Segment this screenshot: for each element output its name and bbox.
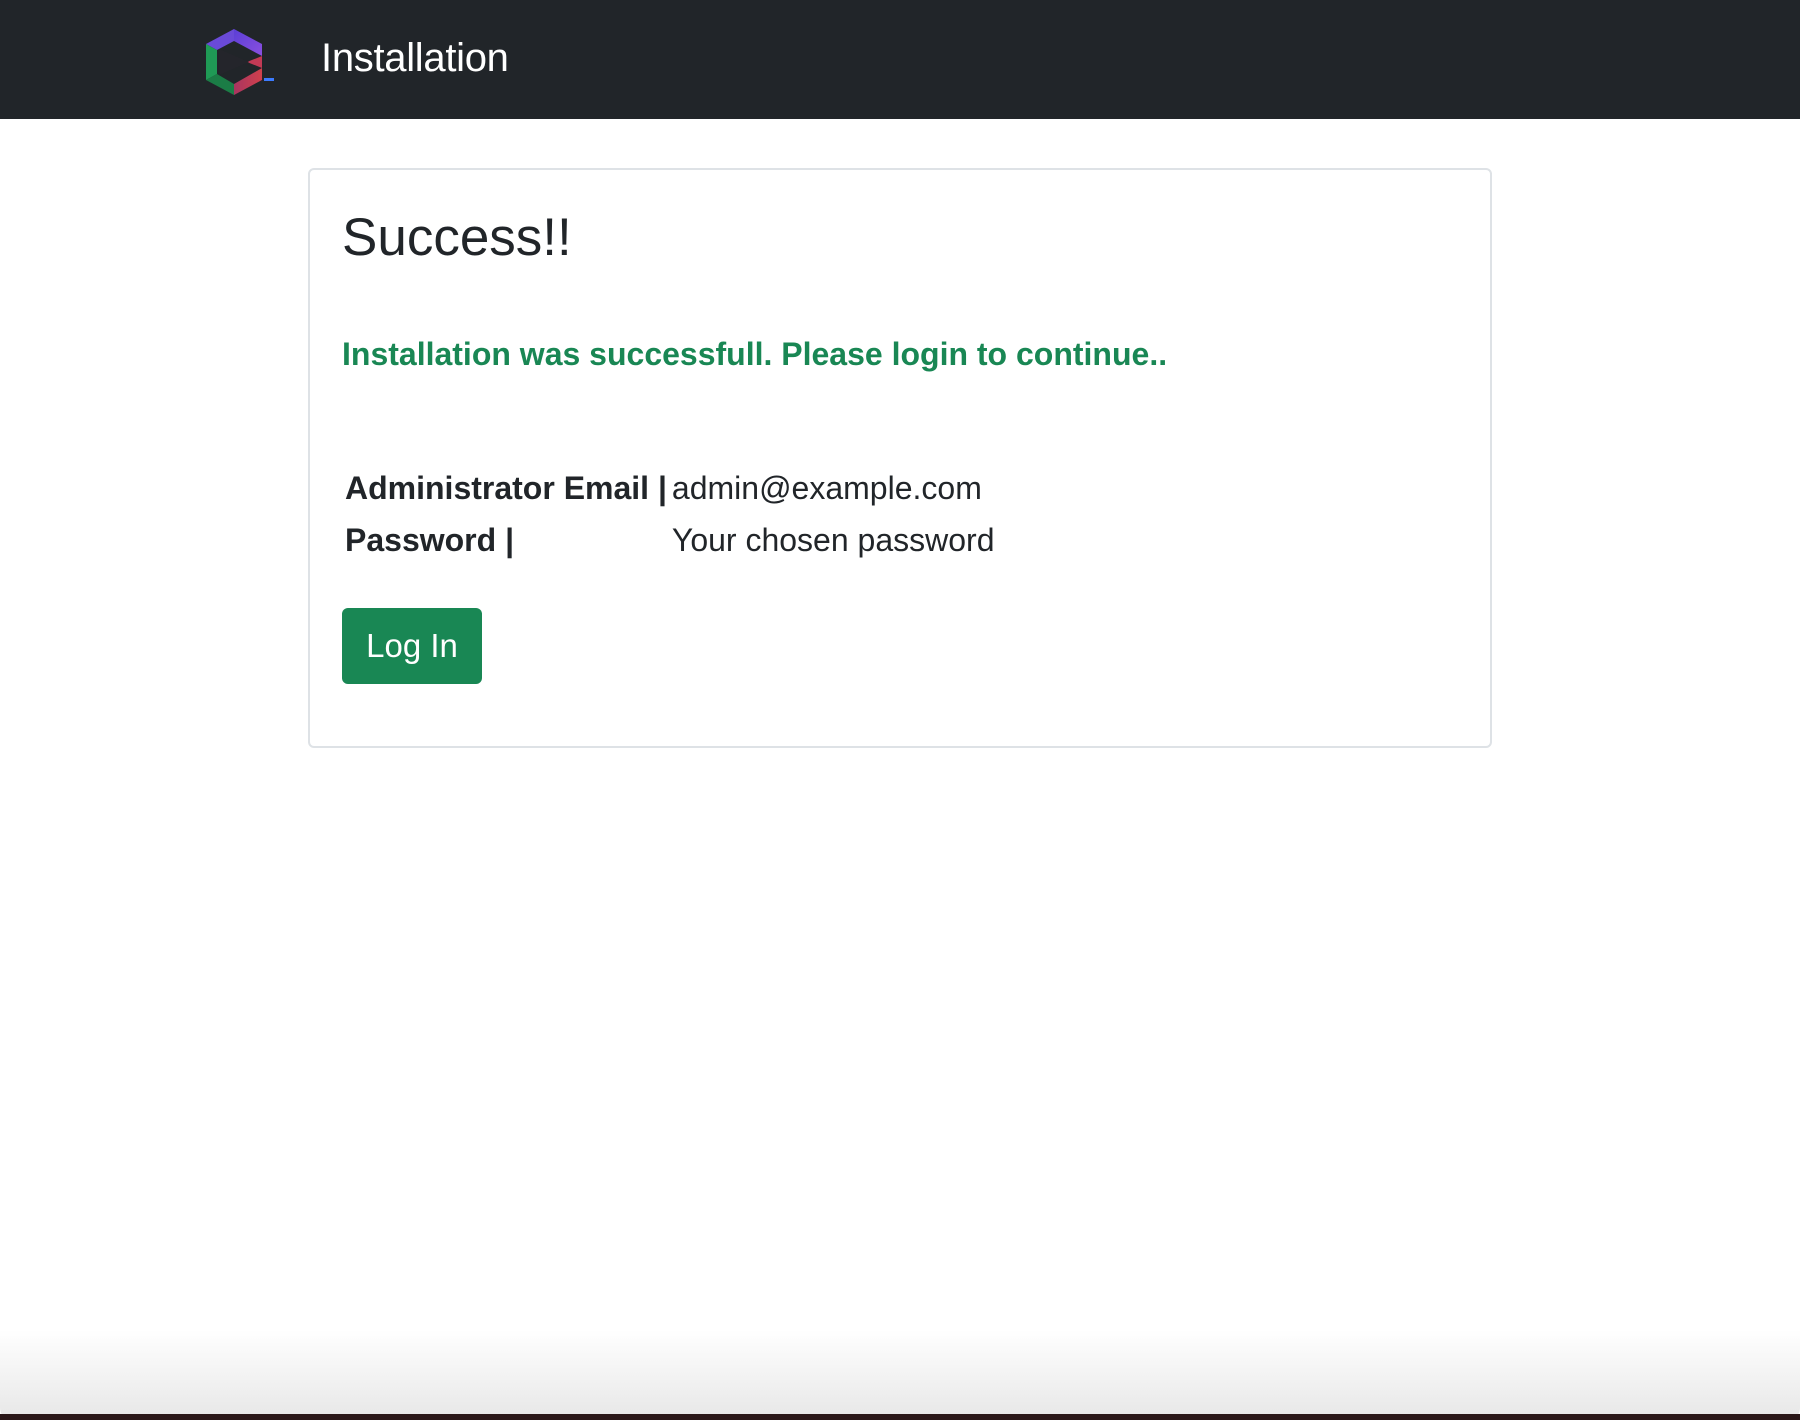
window-bottom-edge	[0, 1414, 1800, 1420]
top-navbar: Installation	[0, 0, 1800, 119]
hexagon-play-logo-icon[interactable]	[202, 26, 276, 96]
credential-row-email: Administrator Email | admin@example.com	[342, 462, 997, 514]
page-title: Installation	[321, 36, 509, 80]
admin-email-label: Administrator Email |	[345, 470, 667, 506]
admin-email-value: admin@example.com	[671, 470, 982, 506]
window-bottom-shadow	[0, 1330, 1800, 1420]
credential-row-password: Password | Your chosen password	[342, 514, 997, 566]
card-heading: Success!!	[342, 208, 572, 267]
password-value: Your chosen password	[671, 522, 995, 558]
credentials-table: Administrator Email | admin@example.com …	[342, 462, 997, 566]
success-card: Success!! Installation was successfull. …	[308, 168, 1492, 748]
success-message: Installation was successfull. Please log…	[342, 336, 1168, 372]
login-button[interactable]: Log In	[342, 608, 482, 684]
password-label: Password |	[345, 522, 515, 558]
